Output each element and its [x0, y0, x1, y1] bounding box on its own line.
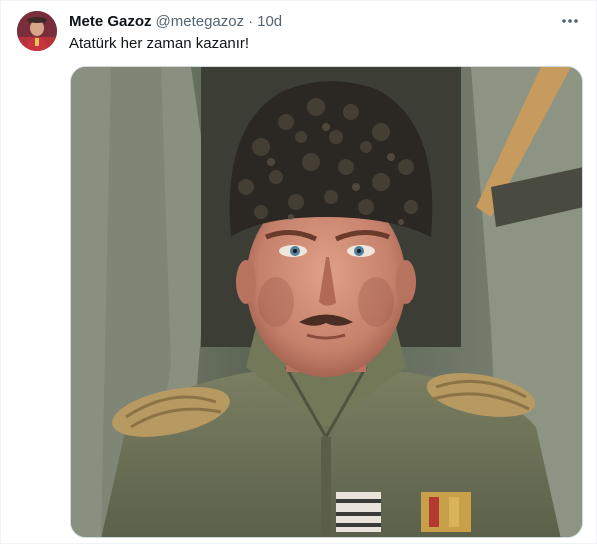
header-separator: · — [248, 13, 254, 30]
author-handle[interactable]: @metegazoz — [156, 12, 245, 32]
author-avatar[interactable] — [17, 11, 57, 51]
tweet-header: Mete Gazoz @metegazoz · 10d — [69, 12, 282, 32]
tweet-timestamp[interactable]: 10d — [257, 12, 282, 32]
avatar-image — [17, 11, 57, 51]
tweet-photo[interactable] — [70, 66, 583, 538]
more-options-button[interactable] — [558, 11, 582, 31]
tweet-card[interactable]: Mete Gazoz @metegazoz · 10d Atatürk her … — [0, 0, 597, 544]
more-horizontal-icon — [562, 19, 578, 23]
portrait-photo — [71, 67, 582, 537]
tweet-text: Atatürk her zaman kazanır! — [69, 35, 250, 52]
author-display-name[interactable]: Mete Gazoz — [69, 12, 152, 32]
